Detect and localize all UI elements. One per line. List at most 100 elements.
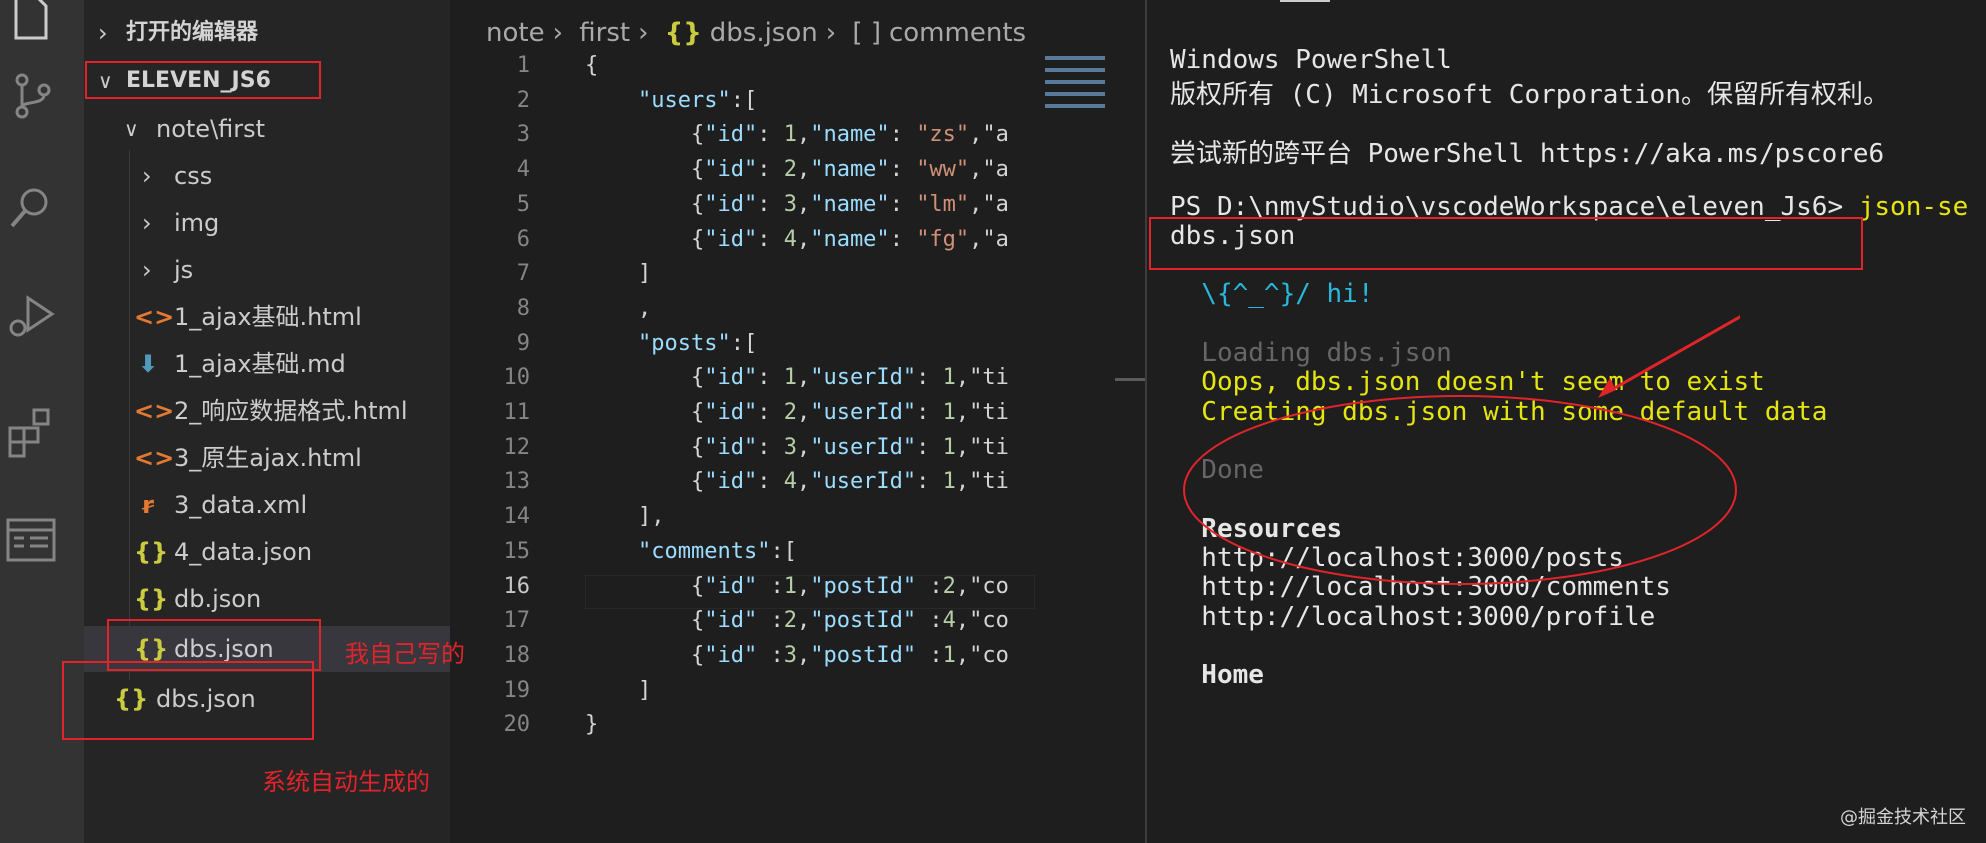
line-number: 19: [503, 677, 531, 703]
code-line[interactable]: 3 {"id": 1,"name": "zs","a: [450, 122, 1035, 157]
code-text: ]: [585, 677, 652, 703]
html-file-icon: <>: [134, 397, 175, 425]
tree-item-native-ajax-html[interactable]: <> 3_原生ajax.html: [84, 435, 450, 481]
code-text: ]: [585, 261, 652, 287]
code-line[interactable]: 7 ]: [450, 261, 1035, 296]
source-control-icon[interactable]: [0, 64, 64, 128]
annotation-ellipse-arrow: [1183, 315, 1740, 585]
line-number: 9: [516, 330, 530, 356]
line-number: 20: [503, 712, 531, 738]
code-line[interactable]: 9 "posts":[: [450, 331, 1035, 366]
terminal-line: 尝试新的跨平台 PowerShell https://aka.ms/pscore…: [1170, 138, 1885, 169]
files-icon[interactable]: [0, 0, 64, 50]
tree-item-response-html[interactable]: <> 2_响应数据格式.html: [84, 388, 450, 434]
open-editors-section[interactable]: › 打开的编辑器: [84, 10, 450, 56]
code-line[interactable]: 1{: [450, 53, 1035, 88]
tree-item-ajax-html[interactable]: <> 1_ajax基础.html: [84, 294, 450, 340]
code-text: {"id": 3,"name": "lm","a: [585, 191, 1009, 217]
annotation-box-workspace: [85, 61, 321, 99]
extensions-icon[interactable]: [0, 400, 64, 464]
code-line[interactable]: 17 {"id" :2,"postId" :4,"co: [450, 608, 1035, 643]
tree-item-js[interactable]: › js: [84, 247, 450, 293]
line-number: 2: [516, 87, 530, 113]
tree-item-img[interactable]: › img: [84, 200, 450, 246]
annotation-auto-generated: 系统自动生成的: [262, 768, 430, 796]
breadcrumb-item[interactable]: note: [486, 18, 545, 48]
chevron-right-icon: ›: [98, 19, 108, 47]
code-line[interactable]: 16 {"id" :1,"postId" :2,"co: [450, 574, 1035, 609]
code-line[interactable]: 14 ],: [450, 504, 1035, 539]
code-line[interactable]: 10 {"id": 1,"userId": 1,"ti: [450, 365, 1035, 400]
code-line[interactable]: 18 {"id" :3,"postId" :1,"co: [450, 643, 1035, 678]
code-text: "posts":[: [637, 330, 758, 356]
tree-item-data-json[interactable]: {} 4_data.json: [84, 529, 450, 575]
code-text: {"id": 1,"name": "zs","a: [585, 122, 1009, 148]
code-text: {"id": 3,"userId": 1,"ti: [585, 434, 1009, 460]
tree-item-ajax-md[interactable]: ⬇ 1_ajax基础.md: [84, 341, 450, 387]
chevron-right-icon: ›: [825, 18, 837, 48]
json-file-icon: {}: [134, 538, 169, 566]
code-text: {"id" :3,"postId" :1,"co: [585, 642, 1009, 668]
line-number: 7: [516, 261, 530, 287]
code-text: ,: [585, 295, 652, 321]
tree-item-label: db.json: [174, 585, 262, 613]
code-text: "users":[: [637, 87, 758, 113]
chevron-down-icon: ∨: [124, 117, 139, 141]
chevron-right-icon: ›: [142, 256, 152, 284]
tree-item-data-xml[interactable]: ꞧ 3_data.xml: [84, 482, 450, 528]
code-line[interactable]: 4 {"id": 2,"name": "ww","a: [450, 157, 1035, 192]
terminal-line: 版权所有 (C) Microsoft Corporation。保留所有权利。: [1170, 80, 1889, 111]
code-line[interactable]: 13 {"id": 4,"userId": 1,"ti: [450, 469, 1035, 504]
code-text: {"id": 2,"name": "ww","a: [585, 157, 1009, 183]
code-line[interactable]: 6 {"id": 4,"name": "fg","a: [450, 227, 1035, 262]
search-icon[interactable]: [0, 176, 64, 240]
folder-note-first[interactable]: ∨ note\first: [84, 106, 450, 152]
run-debug-icon[interactable]: [0, 284, 64, 348]
code-line[interactable]: 2 "users":[: [450, 88, 1035, 123]
code-line[interactable]: 8 ,: [450, 296, 1035, 331]
chevron-right-icon: ›: [142, 162, 152, 190]
code-line[interactable]: 19 ]: [450, 678, 1035, 713]
html-file-icon: <>: [134, 444, 175, 472]
remote-explorer-icon[interactable]: [0, 508, 64, 572]
tree-item-db-json[interactable]: {} db.json: [84, 576, 450, 622]
terminal-line: Windows PowerShell: [1170, 45, 1452, 75]
chevron-right-icon: ›: [552, 18, 563, 48]
code-text: "comments":[: [637, 538, 797, 564]
code-text: {"id": 2,"userId": 1,"ti: [585, 400, 1009, 425]
rss-file-icon: ꞧ: [142, 491, 154, 519]
array-icon: [ ]: [852, 18, 881, 48]
code-line[interactable]: 15 "comments":[: [450, 539, 1035, 574]
annotation-self-written: 我自己写的: [345, 640, 465, 668]
line-number: 10: [503, 365, 531, 391]
tree-item-label: 3_data.xml: [174, 491, 308, 519]
chevron-right-icon: ›: [142, 209, 152, 237]
breadcrumb-item[interactable]: dbs.json: [710, 18, 818, 48]
code-line[interactable]: 5 {"id": 3,"name": "lm","a: [450, 192, 1035, 227]
line-number: 5: [516, 191, 530, 217]
tree-item-label: 2_响应数据格式.html: [174, 397, 408, 425]
folder-path-label: note\first: [156, 115, 266, 143]
terminal-line: Home: [1170, 660, 1264, 691]
breadcrumb-item[interactable]: comments: [889, 18, 1026, 48]
code-text: {"id": 4,"name": "fg","a: [585, 226, 1009, 252]
markdown-file-icon: ⬇: [137, 350, 159, 378]
tree-item-label: img: [174, 209, 220, 237]
line-number: 13: [503, 469, 531, 495]
code-text: {"id": 4,"userId": 1,"ti: [585, 469, 1009, 495]
code-line[interactable]: 11 {"id": 2,"userId": 1,"ti: [450, 400, 1035, 435]
line-number: 3: [516, 122, 530, 148]
line-number: 14: [503, 504, 531, 530]
tree-item-css[interactable]: › css: [84, 153, 450, 199]
line-number: 4: [516, 157, 530, 183]
line-number: 16: [503, 573, 531, 599]
code-text: {"id" :2,"postId" :4,"co: [585, 608, 1009, 634]
line-number: 17: [503, 608, 531, 634]
tree-item-label: css: [174, 162, 213, 190]
code-line[interactable]: 12 {"id": 3,"userId": 1,"ti: [450, 435, 1035, 470]
json-file-icon: {}: [134, 585, 169, 613]
tree-item-label: js: [174, 256, 194, 284]
minimap[interactable]: [1035, 0, 1147, 843]
code-line[interactable]: 20}: [450, 712, 1035, 747]
breadcrumb-item[interactable]: first: [579, 18, 630, 48]
